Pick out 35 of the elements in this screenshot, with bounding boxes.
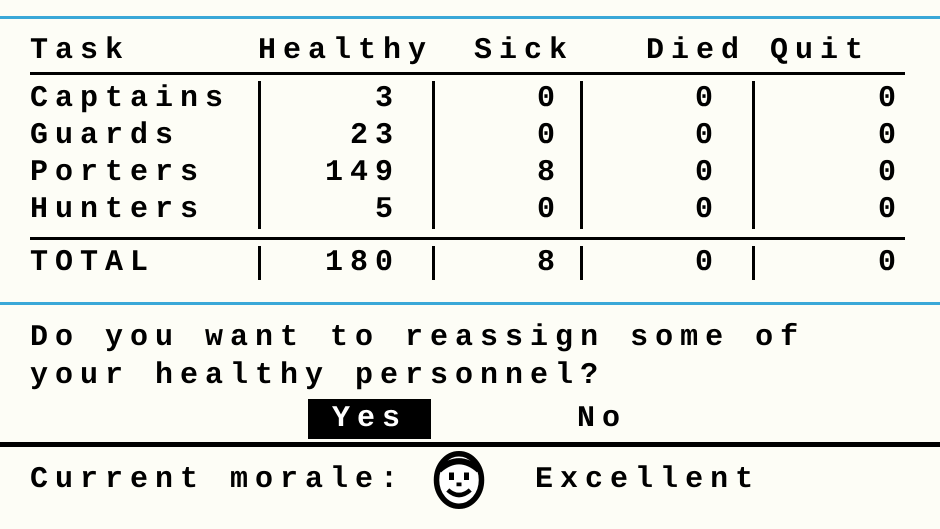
total-cell: 180 <box>258 246 432 280</box>
total-cell: 8 <box>432 246 580 280</box>
table-cell: 0 <box>432 81 580 118</box>
table-cell-text: Hunters <box>29 192 206 229</box>
question-text: Do you want to reassign some of your healthy personnel? <box>30 320 806 395</box>
table-cell: 0 <box>432 192 580 229</box>
table-cell: 0 <box>432 118 580 155</box>
table-cell: 3 <box>258 81 432 118</box>
table-cell: 0 <box>580 155 752 192</box>
table-cell: 0 <box>752 155 905 192</box>
table-cell-text: Captains <box>29 81 232 118</box>
table-cell: 0 <box>580 192 752 229</box>
table-cell: 149 <box>258 155 432 192</box>
column-header: Quit <box>768 33 871 70</box>
table-cell-text: Porters <box>29 155 206 192</box>
answer-button[interactable]: No <box>553 399 652 439</box>
answer-button[interactable]: Yes <box>308 399 432 439</box>
table-cell: 0 <box>580 118 752 155</box>
table-cell: 8 <box>432 155 580 192</box>
morale-label: Current morale: <box>30 463 406 497</box>
column-header: Sick <box>472 33 575 70</box>
total-cell-text: TOTAL <box>29 246 156 280</box>
morale-value: Excellent <box>535 463 760 497</box>
table-cell: 0 <box>752 118 905 155</box>
table-cell: 0 <box>752 81 905 118</box>
column-header: Healthy <box>258 33 432 70</box>
table-cell: 0 <box>580 81 752 118</box>
table-cell: 0 <box>752 192 905 229</box>
table-cell: 5 <box>258 192 432 229</box>
table-cell: 23 <box>258 118 432 155</box>
column-header: Died <box>644 33 747 70</box>
total-cell: 0 <box>580 246 752 280</box>
total-cell: 0 <box>752 246 905 280</box>
column-header: Task <box>29 33 132 70</box>
table-cell-text: Guards <box>29 118 182 155</box>
